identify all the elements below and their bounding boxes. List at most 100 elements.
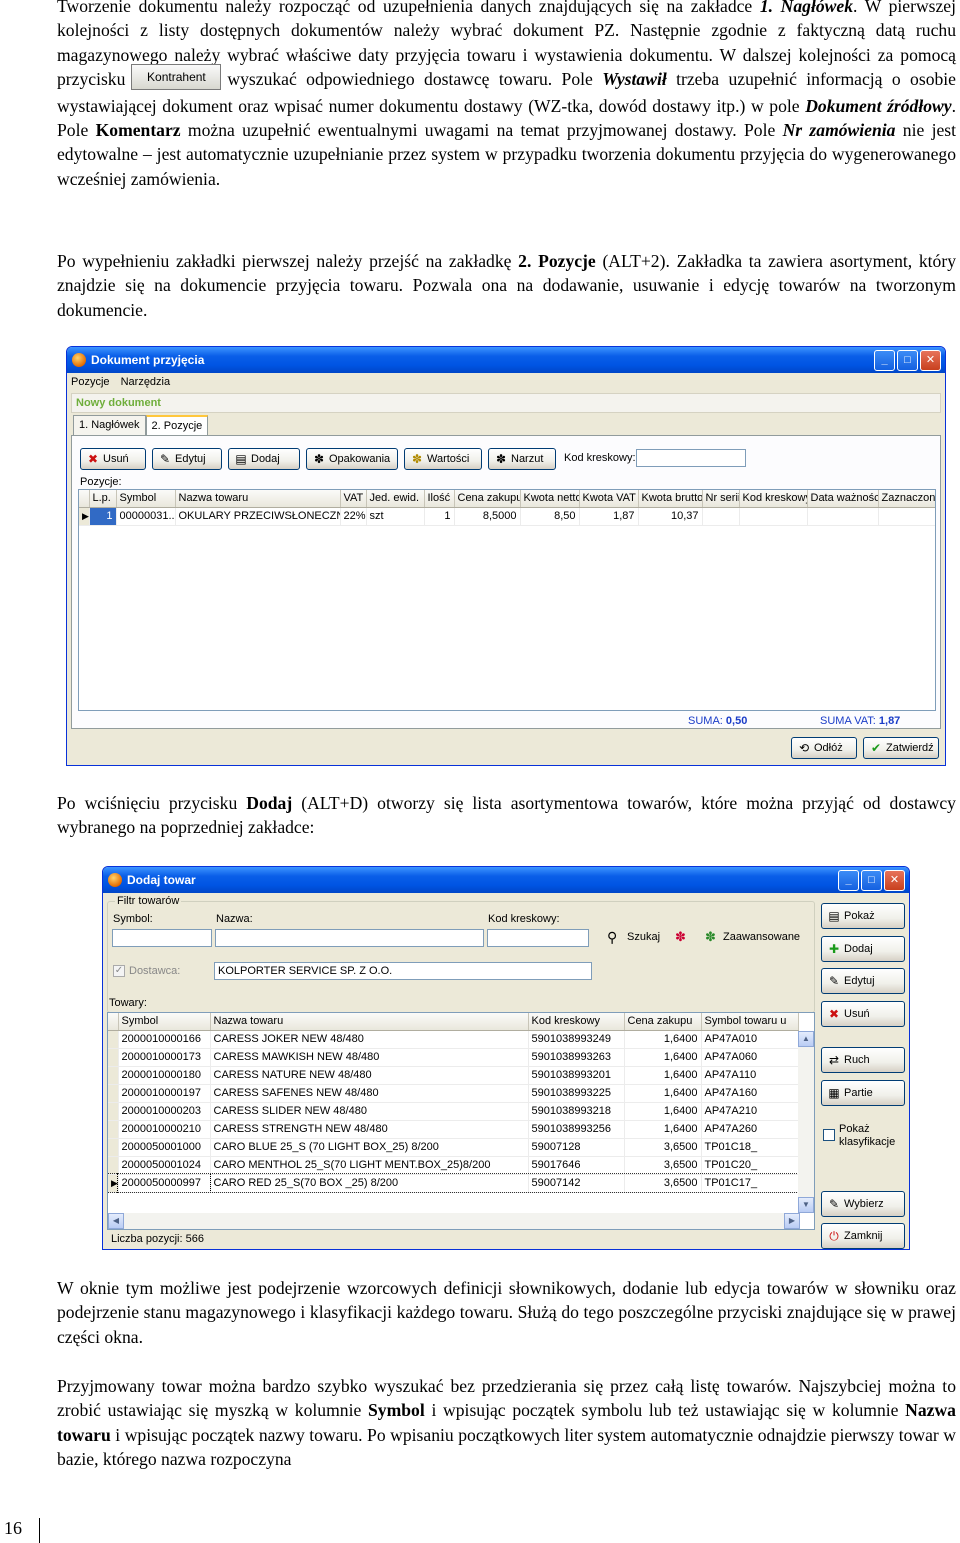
vertical-scrollbar[interactable]	[798, 1047, 814, 1197]
column-header[interactable]: Kwota brutto	[638, 490, 703, 508]
scroll-right-icon[interactable]: ▶	[784, 1213, 800, 1229]
column-header[interactable]: Symbol	[116, 490, 176, 508]
status-bar: Nowy dokument	[71, 393, 941, 413]
table-cell: OKULARY PRZECIWSŁONECZNE	[175, 507, 341, 526]
search-button[interactable]: ⚲ Szukaj	[607, 929, 660, 945]
edit-button[interactable]: ✎ Edytuj	[152, 448, 222, 470]
table-row[interactable]: 2000050001024 CARO MENTHOL 25_S(70 LIGHT …	[108, 1156, 799, 1175]
defer-button[interactable]: ⟲ Odłóż	[791, 737, 857, 759]
scroll-up-icon[interactable]: ▲	[798, 1031, 814, 1047]
goods-grid[interactable]: Symbol Nazwa towaru Kod kreskowy Cena zakup…	[107, 1012, 815, 1230]
column-header[interactable]: VAT	[340, 490, 367, 508]
show-classification-checkbox[interactable]: Pokaż klasyfikacje	[823, 1123, 909, 1149]
column-header[interactable]: Kwota netto	[520, 490, 580, 508]
table-cell: szt	[366, 507, 425, 526]
advanced-button[interactable]: ✽ Zaawansowane	[705, 929, 800, 944]
power-icon: ⏻	[829, 1229, 839, 1243]
table-cell: 2000010000166	[118, 1030, 211, 1049]
scroll-left-icon[interactable]: ◀	[108, 1213, 124, 1229]
table-row[interactable]: 2000010000180 CARESS NATURE NEW 48/480 590…	[108, 1066, 799, 1085]
positions-grid[interactable]: L.p. Symbol Nazwa towaru VAT Jed. ewid. Ilość…	[78, 489, 936, 711]
text: i wpisując początek symbolu lub też usta…	[424, 1400, 906, 1421]
tab-reference: 1. Nagłówek	[759, 0, 853, 16]
column-header[interactable]: Nazwa towaru	[175, 490, 341, 508]
clear-filter-icon[interactable]: ✽	[675, 929, 686, 945]
batches-button[interactable]: ▦ Partie	[821, 1080, 905, 1106]
button-label: Ruch	[844, 1054, 870, 1066]
field-reference: Wystawił	[602, 68, 667, 89]
add-button[interactable]: ▤ Dodaj	[228, 448, 300, 470]
column-header[interactable]: Symbol	[118, 1013, 211, 1031]
add-button[interactable]: ✚ Dodaj	[821, 936, 905, 962]
button-label: Usuń	[103, 453, 129, 465]
scroll-down-icon[interactable]: ▼	[798, 1197, 814, 1213]
table-cell: 1,6400	[624, 1102, 702, 1121]
confirm-button[interactable]: ✔ Zatwierdź	[863, 737, 939, 759]
table-row[interactable]: ▶ 2000050000997 CARO RED 25_S(70 BOX _25) …	[108, 1173, 799, 1193]
column-header[interactable]: Zaznaczone	[878, 490, 935, 508]
packaging-button[interactable]: ✽ Opakowania	[306, 448, 398, 470]
column-header[interactable]: Kod kreskowy	[528, 1013, 625, 1031]
values-button[interactable]: ✽ Wartości	[404, 448, 482, 470]
close-button[interactable]: ⏻ Zamknij	[821, 1223, 905, 1249]
column-header[interactable]: L.p.	[89, 490, 117, 508]
table-row[interactable]: 2000010000166 CARESS JOKER NEW 48/480 5901…	[108, 1030, 799, 1049]
column-header[interactable]: Kwota VAT	[579, 490, 639, 508]
column-header[interactable]: Data ważności	[807, 490, 879, 508]
table-cell: CARO RED 25_S(70 BOX _25) 8/200	[210, 1174, 529, 1193]
column-header[interactable]: Nazwa towaru	[210, 1013, 529, 1031]
show-button[interactable]: ▤ Pokaż	[821, 903, 905, 929]
button-label: Partie	[844, 1087, 873, 1099]
tab-pozycje[interactable]: 2. Pozycje	[145, 415, 209, 435]
column-header[interactable]: Symbol towaru u	[701, 1013, 799, 1031]
table-row[interactable]: 2000050001000 CARO BLUE 25_S (70 LIGHT BO…	[108, 1138, 799, 1157]
choose-button[interactable]: ✎ Wybierz	[821, 1191, 905, 1217]
tab-naglowek[interactable]: 1. Nagłówek	[73, 415, 146, 435]
maximize-icon[interactable]: □	[861, 870, 882, 891]
row-indicator-header	[79, 490, 90, 508]
column-header[interactable]: Cena zakupu	[454, 490, 521, 508]
column-header[interactable]: Nr serii	[702, 490, 740, 508]
movement-button[interactable]: ⇄ Ruch	[821, 1047, 905, 1073]
minimize-icon[interactable]: _	[838, 870, 859, 891]
name-input[interactable]	[215, 929, 484, 947]
menu-narzedzia[interactable]: Narzędzia	[121, 376, 171, 388]
table-row[interactable]: 2000010000173 CARESS MAWKISH NEW 48/480 59…	[108, 1048, 799, 1067]
supplier-checkbox[interactable]: ✓ Dostawca:	[113, 965, 180, 977]
table-row[interactable]: ▶ 1 00000031... OKULARY PRZECIWSŁONECZNE 22%…	[79, 507, 935, 526]
maximize-icon[interactable]: □	[897, 350, 918, 371]
close-icon[interactable]: ✕	[884, 870, 905, 891]
delete-icon: ✖	[87, 452, 99, 466]
tab-reference: 2. Pozycje	[518, 251, 596, 271]
markup-button[interactable]: ✽ Narzut	[488, 448, 556, 470]
remove-button[interactable]: ✖ Usuń	[80, 448, 146, 470]
horizontal-scrollbar[interactable]	[124, 1213, 784, 1229]
barcode-input[interactable]	[636, 449, 746, 467]
text: Tworzenie dokumentu należy rozpocząć od …	[57, 0, 760, 16]
barcode-input[interactable]	[487, 929, 589, 947]
column-header[interactable]: Ilość	[424, 490, 455, 508]
window-titlebar: Dodaj towar _ □ ✕	[103, 867, 909, 893]
remove-button[interactable]: ✖ Usuń	[821, 1001, 905, 1027]
button-label: Edytuj	[844, 975, 875, 987]
edit-button[interactable]: ✎ Edytuj	[821, 968, 905, 994]
text: Po wypełnieniu zakładki pierwszej należy…	[57, 251, 519, 271]
button-label: Wybierz	[844, 1198, 884, 1210]
button-label: Zamknij	[844, 1230, 883, 1242]
minimize-icon[interactable]: _	[874, 350, 895, 371]
row-indicator-icon	[108, 1156, 119, 1175]
close-icon[interactable]: ✕	[920, 350, 941, 371]
column-header[interactable]: Cena zakupu	[624, 1013, 702, 1031]
table-cell: 59007142	[528, 1174, 625, 1193]
column-header[interactable]: Jed. ewid.	[366, 490, 425, 508]
column-header[interactable]: Kod kreskowy	[739, 490, 808, 508]
paragraph-add: Po wciśnięciu przycisku Dodaj (ALT+D) ot…	[57, 791, 956, 840]
table-cell: 2000010000180	[118, 1066, 211, 1085]
table-cell: CARESS NATURE NEW 48/480	[210, 1066, 529, 1085]
table-row[interactable]: 2000010000210 CARESS STRENGTH NEW 48/480 5…	[108, 1120, 799, 1139]
table-row[interactable]: 2000010000197 CARESS SAFENES NEW 48/480 59…	[108, 1084, 799, 1103]
goods-table: Symbol Nazwa towaru Kod kreskowy Cena zakup…	[108, 1013, 799, 1193]
symbol-input[interactable]	[112, 929, 212, 947]
table-row[interactable]: 2000010000203 CARESS SLIDER NEW 48/480 590…	[108, 1102, 799, 1121]
menu-pozycje[interactable]: Pozycje	[71, 376, 110, 388]
